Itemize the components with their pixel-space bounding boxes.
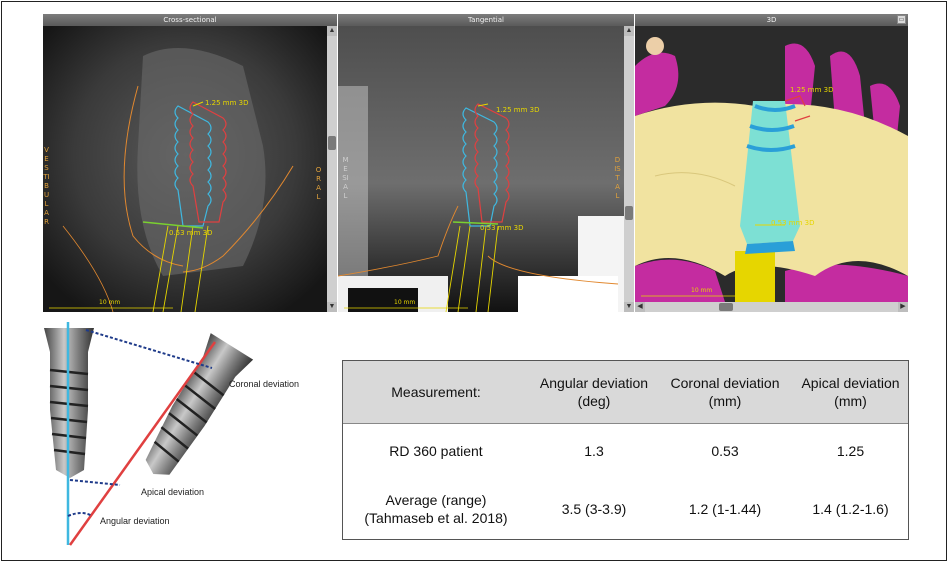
angular-deviation-label: Angular deviation <box>100 516 170 526</box>
table-cell-angular: 3.5 (3-3.9) <box>561 501 627 517</box>
apical-measurement: 1.25 mm 3D <box>496 106 540 114</box>
header-coronal: Coronal deviation (mm) <box>670 375 780 409</box>
apical-deviation-label: Apical deviation <box>141 487 205 497</box>
implant-diagram <box>44 322 254 546</box>
apical-measurement: 1.25 mm 3D <box>790 86 834 94</box>
scroll-right-arrow-icon[interactable]: ▶ <box>898 302 908 312</box>
3d-panel[interactable]: 3D ▭ 1.25 mm 3D 0.53 mm 3D 10 mm ◀ ▶ <box>635 14 908 312</box>
panel-title: Cross-sectional <box>43 14 337 26</box>
scroll-thumb[interactable] <box>328 136 336 150</box>
3d-view[interactable]: 1.25 mm 3D 0.53 mm 3D 10 mm <box>635 26 908 302</box>
scroll-down-arrow-icon[interactable]: ▼ <box>327 302 337 312</box>
scroll-thumb[interactable] <box>625 206 633 220</box>
table-row-label: RD 360 patient <box>389 443 483 459</box>
vertical-scrollbar[interactable]: ▲ ▼ <box>327 26 337 312</box>
deviation-table: Measurement: Angular deviation (deg) Cor… <box>342 360 909 540</box>
vestibular-label: VESTIBULAR <box>43 146 50 226</box>
scroll-up-arrow-icon[interactable]: ▲ <box>327 26 337 36</box>
table-row-label: Average (range) (Tahmaseb et al. 2018) <box>364 492 508 526</box>
panel-title: 3D <box>635 14 908 26</box>
scale-label: 10 mm <box>394 299 416 306</box>
deviation-illustration: Coronal deviation Apical deviation Angul… <box>30 320 320 550</box>
table-cell-angular: 1.3 <box>584 443 604 459</box>
table-cell-coronal: 1.2 (1-1.44) <box>688 501 762 517</box>
scroll-up-arrow-icon[interactable]: ▲ <box>624 26 634 36</box>
vertical-scrollbar[interactable]: ▲ ▼ <box>624 26 634 312</box>
table-cell-apical: 1.4 (1.2-1.6) <box>812 501 889 517</box>
table-cell-apical: 1.25 <box>836 443 865 459</box>
header-apical: Apical deviation (mm) <box>801 375 900 409</box>
mesial-label: MESIAL <box>342 156 349 200</box>
scale-label: 10 mm <box>99 299 121 306</box>
cross-sectional-view[interactable]: 1.25 mm 3D 0.53 mm 3D VESTIBULAR ORAL 10… <box>43 26 327 312</box>
tangential-panel[interactable]: Tangential 1.25 mm 3D 0.53 mm 3D MESIAL … <box>338 14 634 312</box>
oral-label: ORAL <box>315 166 322 201</box>
coronal-measurement: 0.53 mm 3D <box>480 224 524 232</box>
coronal-measurement: 0.53 mm 3D <box>169 229 213 237</box>
maximize-icon[interactable]: ▭ <box>897 15 906 24</box>
scroll-thumb[interactable] <box>719 303 733 311</box>
distal-label: DISTAL <box>614 156 621 200</box>
ct-slice-image <box>338 26 624 312</box>
apical-measurement: 1.25 mm 3D <box>205 99 249 107</box>
scroll-down-arrow-icon[interactable]: ▼ <box>624 302 634 312</box>
tangential-view[interactable]: 1.25 mm 3D 0.53 mm 3D MESIAL DISTAL 10 m… <box>338 26 624 312</box>
scale-label: 10 mm <box>691 287 713 294</box>
cross-sectional-panel[interactable]: Cross-sectional 1.25 mm 3D 0.53 mm 3D VE… <box>43 14 337 312</box>
header-measurement: Measurement: <box>391 384 481 400</box>
panel-title: Tangential <box>338 14 634 26</box>
scroll-left-arrow-icon[interactable]: ◀ <box>635 302 645 312</box>
header-angular: Angular deviation (deg) <box>539 375 649 409</box>
ct-slice-image <box>43 26 327 312</box>
3d-render-image <box>635 26 908 302</box>
coronal-measurement: 0.53 mm 3D <box>771 219 815 227</box>
table-cell-coronal: 0.53 <box>711 443 739 459</box>
horizontal-scrollbar[interactable]: ◀ ▶ <box>635 302 908 312</box>
coronal-deviation-label: Coronal deviation <box>229 379 300 389</box>
